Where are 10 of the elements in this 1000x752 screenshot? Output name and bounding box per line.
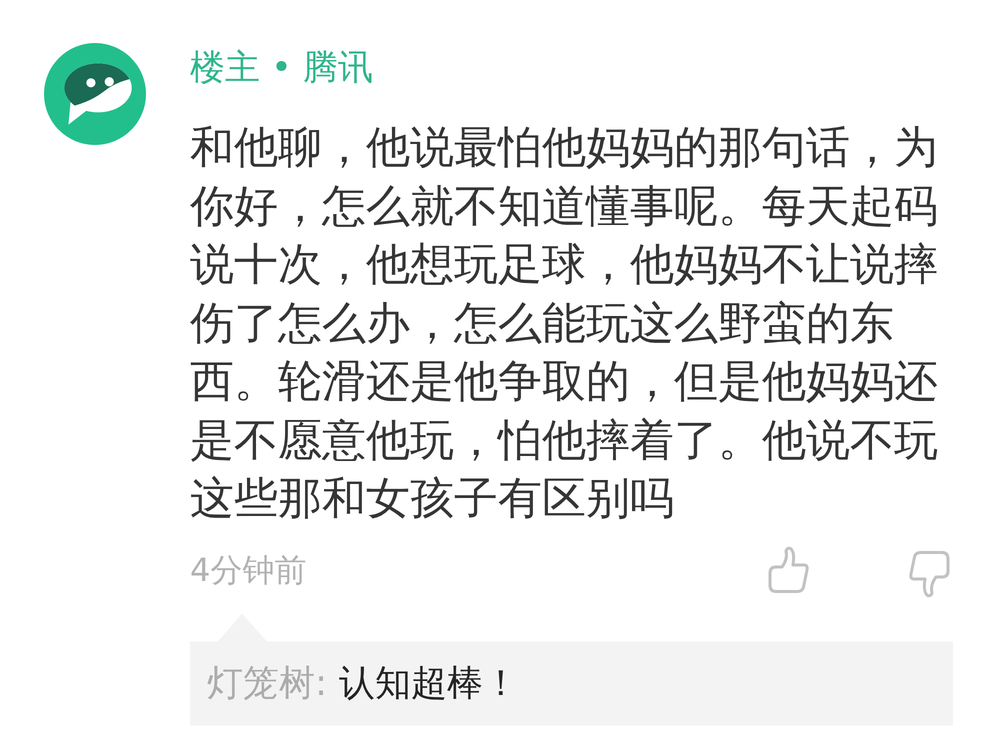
thumbs-down-icon	[908, 550, 952, 598]
like-button[interactable]	[766, 546, 810, 594]
dislike-button[interactable]	[908, 550, 952, 598]
comment-text: 和他聊，他说最怕他妈妈的那句话，为你好，怎么就不知道懂事呢。每天起码说十次，他想玩足球，他妈妈不让说摔伤了怎么办，怎么能玩这么野蛮的东西。轮滑还是他争取的，但是他妈妈还是不愿意他玩，怕他摔着了。他说不玩这些那和女孩子有区别吗	[190, 121, 939, 526]
author-name: 楼主 • 腾讯	[190, 47, 373, 89]
avatar-icon	[44, 43, 146, 145]
reply-text: 认知超棒！	[339, 662, 520, 706]
timestamp: 4分钟前	[190, 550, 306, 590]
thumbs-up-icon	[766, 546, 810, 594]
reply-author[interactable]: 灯笼树:	[207, 659, 328, 708]
